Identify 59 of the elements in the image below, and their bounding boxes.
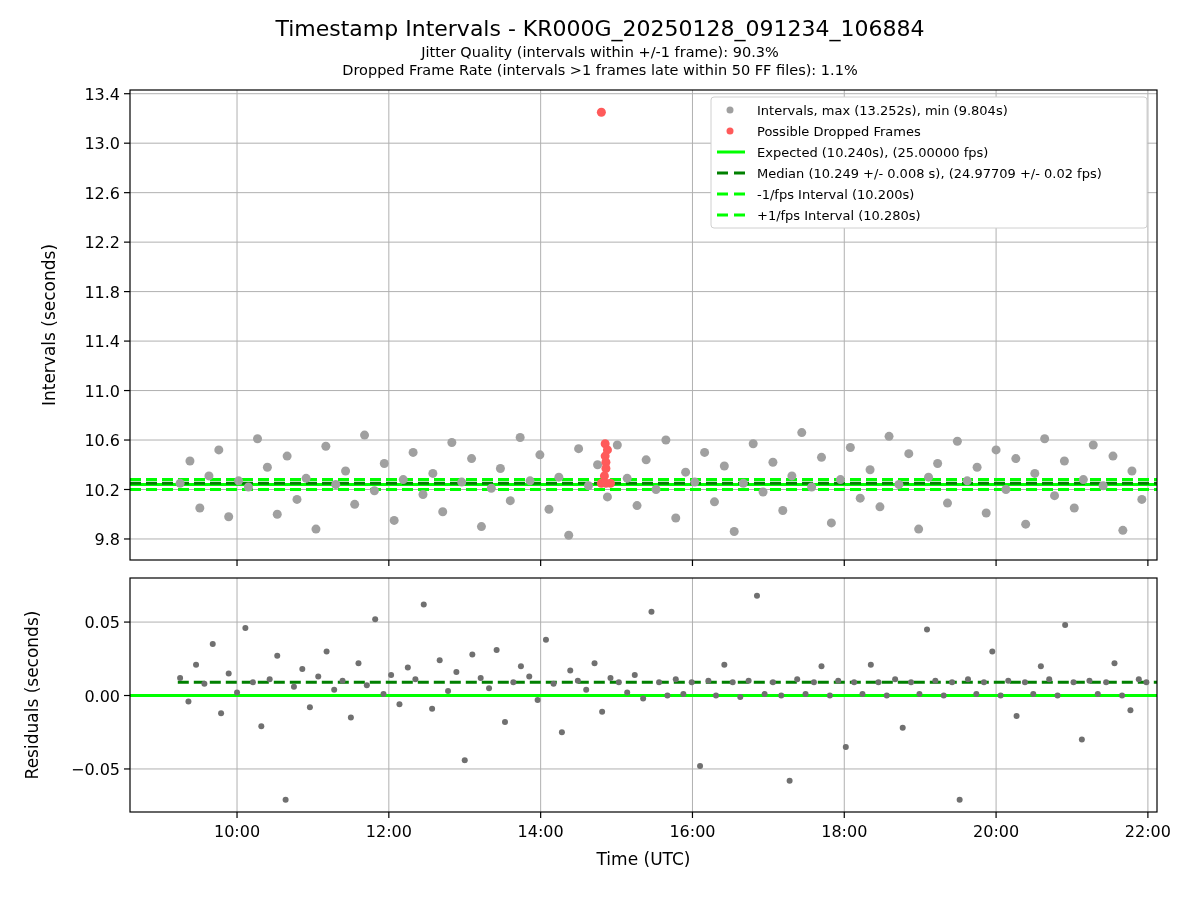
legend-label: -1/fps Interval (10.200s) (757, 186, 915, 202)
tick-mark (123, 538, 131, 540)
tick-label: 13.4 (84, 88, 120, 104)
chart-subtitle: Dropped Frame Rate (intervals >1 frames late within 50 FF files): 1.1% (342, 61, 858, 79)
tick-mark (123, 340, 131, 342)
tick-label: −0.05 (70, 759, 120, 779)
axis-label: Time (UTC) (596, 849, 691, 869)
legend-label: Possible Dropped Frames (757, 123, 921, 139)
tick-mark (236, 559, 238, 567)
tick-label: 9.8 (94, 529, 120, 549)
tick-label: 22:00 (1124, 822, 1171, 841)
tick-label: 11.4 (84, 332, 120, 352)
legend-label: +1/fps Interval (10.280s) (757, 207, 921, 223)
tick-mark (1147, 811, 1149, 819)
tick-label: 20:00 (973, 822, 1020, 841)
tick-mark (123, 93, 131, 95)
tick-label: 12:00 (365, 822, 412, 841)
tick-label: 0.00 (84, 686, 120, 706)
tick-label: 10:00 (213, 822, 261, 841)
tick-mark (236, 811, 238, 819)
tick-label: 13.0 (84, 134, 120, 154)
tick-mark (1147, 559, 1149, 567)
tick-mark (123, 241, 131, 243)
tick-label: 12.6 (84, 183, 120, 203)
tick-mark (123, 439, 131, 441)
tick-mark (123, 768, 131, 770)
tick-mark (123, 488, 131, 491)
tick-mark (123, 291, 131, 293)
tick-mark (995, 811, 997, 819)
axis-label: Residuals (seconds) (22, 610, 42, 780)
tick-mark (123, 389, 131, 392)
chart-subtitle: Jitter Quality (intervals within +/-1 frame): 90.3% (421, 43, 779, 61)
legend-label: Expected (10.240s), (25.00000 fps) (757, 144, 989, 160)
tick-label: 14:00 (517, 822, 564, 841)
tick-label: 11.8 (84, 282, 120, 302)
tick-mark (388, 811, 390, 819)
tick-mark (123, 192, 131, 194)
tick-mark (123, 621, 131, 623)
tick-mark (691, 811, 694, 819)
tick-mark (843, 811, 845, 819)
tick-mark (843, 559, 845, 567)
tick-mark (123, 694, 131, 697)
legend-label: Median (10.249 +/- 0.008 s), (24.97709 +/- 0.02 fps) (757, 165, 1102, 181)
tick-label: 10.6 (84, 431, 120, 451)
axis-label: Intervals (seconds) (39, 243, 59, 407)
legend-label: Intervals, max (13.252s), min (9.804s) (757, 102, 1008, 118)
tick-label: 16:00 (669, 822, 716, 841)
tick-label: 11.0 (84, 381, 120, 401)
tick-mark (540, 559, 542, 567)
tick-mark (123, 142, 131, 144)
tick-mark (540, 811, 542, 819)
tick-mark (388, 559, 390, 567)
tick-label: 12.2 (84, 233, 120, 253)
tick-label: 0.05 (84, 613, 120, 633)
tick-mark (995, 559, 997, 567)
chart-title: Timestamp Intervals - KR000G_20250128_091234_106884 (275, 15, 925, 43)
tick-mark (691, 559, 694, 567)
tick-label: 10.2 (84, 480, 120, 500)
tick-label: 18:00 (821, 822, 868, 841)
